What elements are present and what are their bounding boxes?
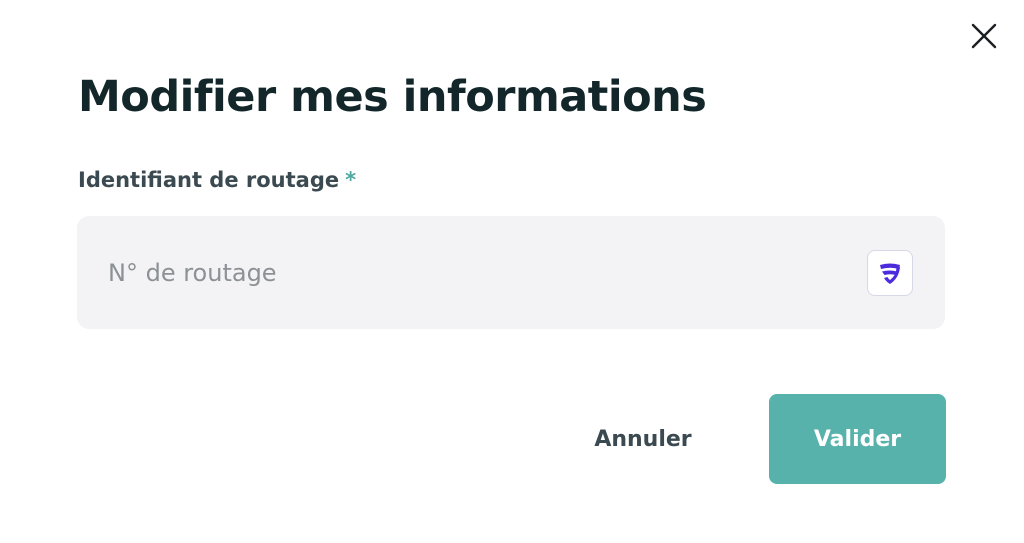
routing-id-label: Identifiant de routage *: [78, 168, 356, 192]
submit-button[interactable]: Valider: [769, 394, 946, 484]
shield-logo-icon: [880, 263, 900, 284]
edit-info-dialog: Modifier mes informations Identifiant de…: [0, 0, 1024, 543]
routing-id-input[interactable]: [77, 216, 837, 329]
close-icon: [971, 23, 997, 49]
close-button[interactable]: [968, 20, 1000, 52]
routing-id-field[interactable]: [77, 216, 945, 329]
cancel-button[interactable]: Annuler: [570, 394, 716, 484]
routing-id-label-text: Identifiant de routage: [78, 168, 340, 192]
dialog-title: Modifier mes informations: [78, 72, 707, 122]
routing-badge[interactable]: [867, 250, 913, 296]
required-marker: *: [345, 168, 357, 192]
